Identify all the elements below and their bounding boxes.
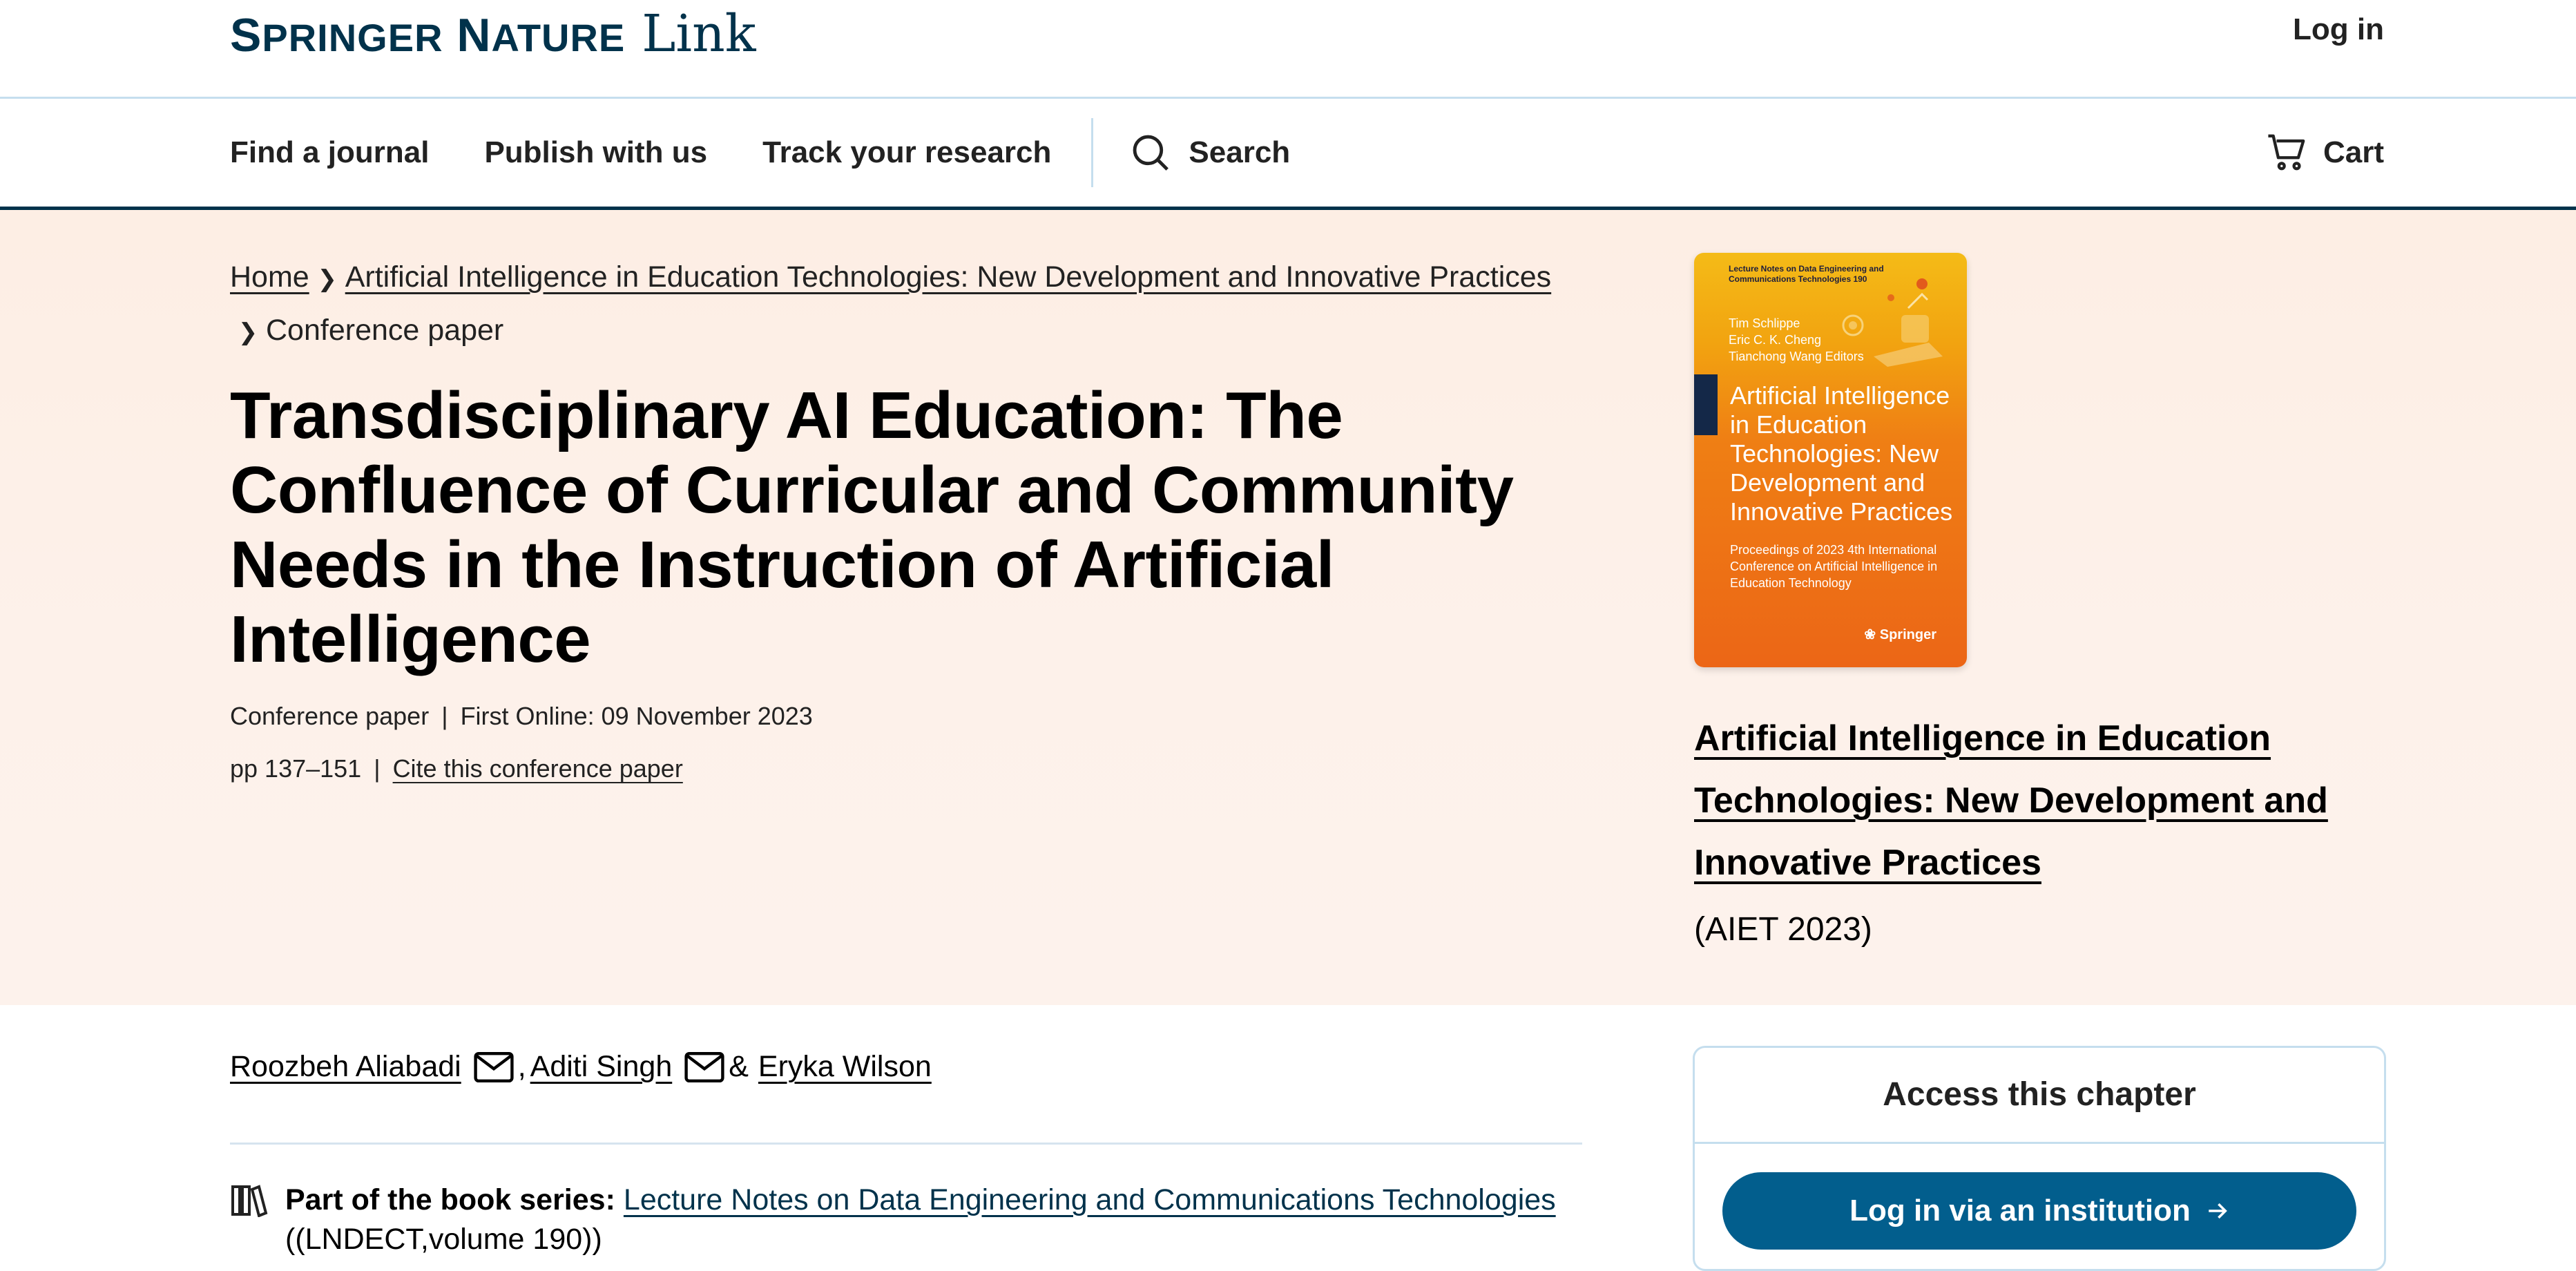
springer-nature-link-logo[interactable]: SPRINGER NATURE Link (230, 4, 756, 66)
cover-subtitle: Proceedings of 2023 4th International Co… (1730, 543, 1938, 590)
cite-link[interactable]: Cite this conference paper (393, 754, 683, 783)
institution-login-label: Log in via an institution (1849, 1194, 2191, 1227)
breadcrumb: Home ❯ Artificial Intelligence in Educatio… (230, 251, 1597, 358)
nav-track-research[interactable]: Track your research (762, 135, 1051, 170)
author-separator: , (517, 1050, 526, 1083)
nav-find-journal[interactable]: Find a journal (230, 135, 429, 170)
institution-login-button[interactable]: Log in via an institution (1722, 1172, 2356, 1250)
first-online-date: First Online: 09 November 2023 (460, 702, 813, 730)
article-title: Transdisciplinary AI Education: The Conf… (230, 379, 1514, 676)
login-link[interactable]: Log in (2293, 12, 2384, 47)
access-title: Access this chapter (1695, 1048, 2384, 1144)
book-series-info: Part of the book series: Lecture Notes o… (230, 1183, 1556, 1217)
series-volume: ((LNDECT,volume 190)) (285, 1223, 602, 1256)
search-button[interactable]: Search (1131, 133, 1290, 173)
cart-label: Cart (2323, 135, 2384, 169)
cart-button[interactable]: Cart (2267, 99, 2384, 207)
section-divider (230, 1143, 1582, 1145)
book-conference: (AIET 2023) (1694, 911, 1872, 948)
article-meta-line-2: pp 137–151 | Cite this conference paper (230, 754, 683, 783)
series-link[interactable]: Lecture Notes on Data Engineering and Co… (624, 1183, 1556, 1217)
author-link[interactable]: Aditi Singh (530, 1050, 673, 1084)
article-type: Conference paper (230, 702, 430, 730)
article-hero: Home ❯ Artificial Intelligence in Educatio… (0, 210, 2576, 1005)
cover-title: Artificial Intelligence in Education Tec… (1730, 381, 1953, 526)
site-header: SPRINGER NATURE Link Log in (0, 0, 2576, 99)
article-meta-line-1: Conference paper | First Online: 09 Novemb… (230, 702, 813, 730)
cart-icon (2268, 134, 2305, 171)
breadcrumb-home[interactable]: Home (230, 260, 309, 294)
cover-band (1694, 374, 1718, 435)
book-title-link[interactable]: Artificial Intelligence in Education Tec… (1694, 718, 2328, 883)
main-nav: Find a journal Publish with us Track you… (0, 99, 2576, 210)
book-cover-image[interactable]: Lecture Notes on Data Engineering and Co… (1694, 253, 1967, 667)
author-list: Roozbeh Aliabadi , Aditi Singh & Eryka W… (230, 1050, 932, 1084)
cover-editors: Tim Schlippe Eric C. K. Cheng Tianchong … (1729, 316, 1864, 363)
mail-icon[interactable] (684, 1051, 724, 1082)
search-label: Search (1189, 135, 1291, 169)
chevron-right-icon: ❯ (238, 319, 258, 345)
breadcrumb-book[interactable]: Artificial Intelligence in Education Tec… (345, 260, 1551, 294)
cover-publisher-logo: ❀ Springer (1864, 627, 1936, 642)
page-range: pp 137–151 (230, 754, 362, 783)
breadcrumb-current: Conference paper (266, 314, 504, 347)
author-link[interactable]: Roozbeh Aliabadi (230, 1050, 461, 1084)
access-panel: Access this chapter Log in via an instit… (1693, 1046, 2386, 1271)
book-title-block: Artificial Intelligence in Education Tec… (1694, 707, 2385, 894)
search-icon (1133, 135, 1169, 171)
books-icon (231, 1185, 268, 1217)
chevron-right-icon: ❯ (317, 266, 337, 292)
logo-product: Link (642, 4, 756, 64)
arrow-right-icon (2209, 1203, 2227, 1219)
nav-publish-with-us[interactable]: Publish with us (484, 135, 707, 170)
nav-divider (1091, 118, 1094, 187)
series-label: Part of the book series: (285, 1183, 615, 1216)
author-conjunction: & (729, 1050, 749, 1083)
mail-icon[interactable] (474, 1051, 514, 1082)
logo-brand: SPRINGER NATURE (230, 9, 626, 61)
author-link[interactable]: Eryka Wilson (758, 1050, 932, 1084)
